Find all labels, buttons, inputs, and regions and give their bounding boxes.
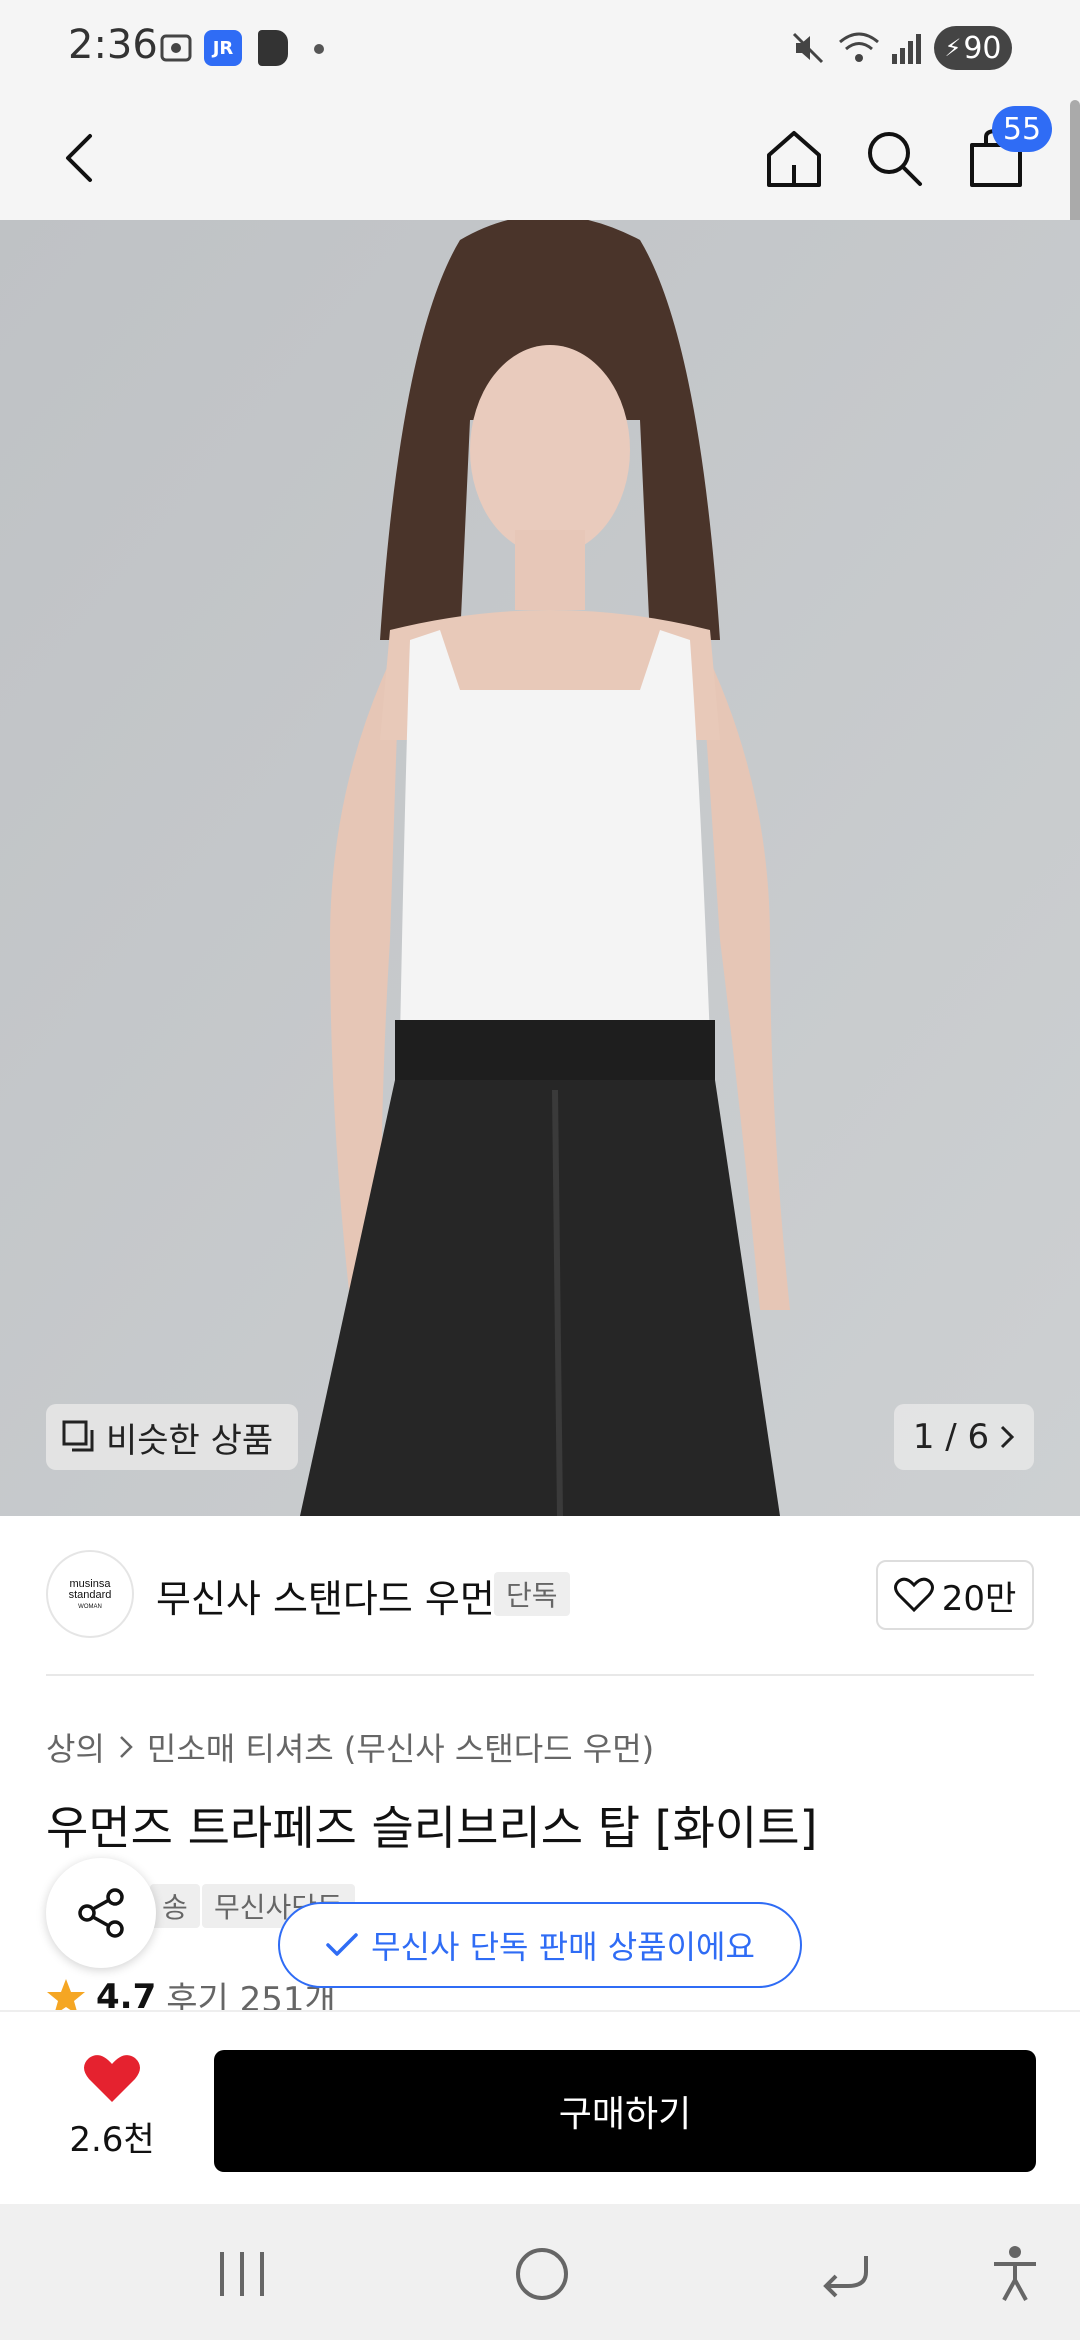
similar-products-label: 비슷한 상품 bbox=[106, 1420, 274, 1461]
chevron-left-icon bbox=[66, 134, 92, 182]
chevron-right-icon bbox=[1001, 1425, 1015, 1449]
home-nav-icon[interactable] bbox=[514, 2246, 570, 2302]
exclusive-toast: 무신사 단독 판매 상품이에요 bbox=[278, 1902, 802, 1988]
breadcrumb: 상의 민소매 티셔츠 (무신사 스탠다드 우먼) bbox=[46, 1724, 654, 1770]
wifi-icon bbox=[839, 32, 879, 62]
back-button[interactable] bbox=[40, 118, 120, 198]
breadcrumb-subcategory[interactable]: 민소매 티셔츠 (무신사 스탠다드 우먼) bbox=[147, 1724, 654, 1770]
brand-logo-line1: musinsa bbox=[69, 1577, 111, 1590]
chevron-right-icon bbox=[120, 1736, 133, 1758]
image-pager[interactable]: 1 / 6 bbox=[894, 1404, 1034, 1470]
wishlist-count: 2.6천 bbox=[69, 2120, 155, 2160]
copy-icon bbox=[62, 1420, 94, 1452]
search-icon bbox=[868, 132, 922, 186]
system-nav-bar bbox=[0, 2204, 1080, 2340]
more-notifications-dot bbox=[314, 44, 324, 54]
charging-icon: ⚡ bbox=[944, 34, 962, 62]
app-notification-icon: JR bbox=[204, 30, 242, 66]
exclusive-badge: 단독 bbox=[494, 1572, 570, 1616]
heart-filled-icon bbox=[84, 2055, 140, 2102]
checkmark-icon bbox=[326, 1933, 358, 1956]
brand-name[interactable]: 무신사 스탠다드 우먼 bbox=[156, 1568, 495, 1623]
similar-products-button[interactable]: 비슷한 상품 bbox=[46, 1404, 298, 1470]
buy-button[interactable]: 구매하기 bbox=[214, 2050, 1036, 2172]
status-bar: 2:36 JR ⚡ 90 bbox=[0, 0, 1080, 96]
product-title: 우먼즈 트라페즈 슬리브리스 탑 [화이트] bbox=[46, 1801, 818, 1855]
product-image[interactable]: 비슷한 상품 1 / 6 bbox=[0, 220, 1080, 1516]
battery-level: 90 bbox=[963, 30, 1002, 66]
brand-like-button[interactable]: 20만 bbox=[876, 1560, 1034, 1630]
home-button[interactable] bbox=[754, 118, 834, 198]
recent-apps-icon[interactable] bbox=[214, 2248, 270, 2300]
brand-like-count: 20만 bbox=[941, 1578, 1017, 1619]
home-icon bbox=[767, 131, 821, 187]
top-nav-bar bbox=[0, 96, 1080, 220]
b-app-icon bbox=[258, 30, 288, 66]
divider bbox=[46, 1674, 1034, 1676]
model-photo bbox=[0, 220, 1080, 1516]
screenshot-icon bbox=[160, 34, 192, 62]
search-button[interactable] bbox=[854, 118, 934, 198]
status-time: 2:36 bbox=[68, 22, 158, 68]
purchase-bar: 2.6천 구매하기 bbox=[0, 2010, 1080, 2204]
battery-indicator: ⚡ 90 bbox=[934, 26, 1012, 70]
cart-count-badge: 55 bbox=[992, 106, 1052, 152]
back-nav-icon[interactable] bbox=[818, 2248, 874, 2300]
share-icon bbox=[78, 1888, 124, 1938]
brand-logo-line3: WOMAN bbox=[78, 1603, 102, 1610]
signal-icon bbox=[892, 34, 921, 64]
mute-icon bbox=[792, 32, 824, 64]
product-tag: 송 bbox=[150, 1884, 200, 1928]
toast-text: 무신사 단독 판매 상품이에요 bbox=[371, 1928, 755, 1966]
breadcrumb-category[interactable]: 상의 bbox=[46, 1724, 105, 1770]
brand-logo[interactable]: musinsa standard WOMAN bbox=[46, 1550, 134, 1638]
share-button[interactable] bbox=[46, 1858, 156, 1968]
heart-outline-icon bbox=[893, 1577, 934, 1613]
accessibility-icon[interactable] bbox=[990, 2244, 1040, 2304]
wishlist-button[interactable] bbox=[82, 2052, 142, 2106]
brand-logo-line2: standard bbox=[68, 1588, 112, 1601]
image-pager-label: 1 / 6 bbox=[912, 1417, 990, 1457]
